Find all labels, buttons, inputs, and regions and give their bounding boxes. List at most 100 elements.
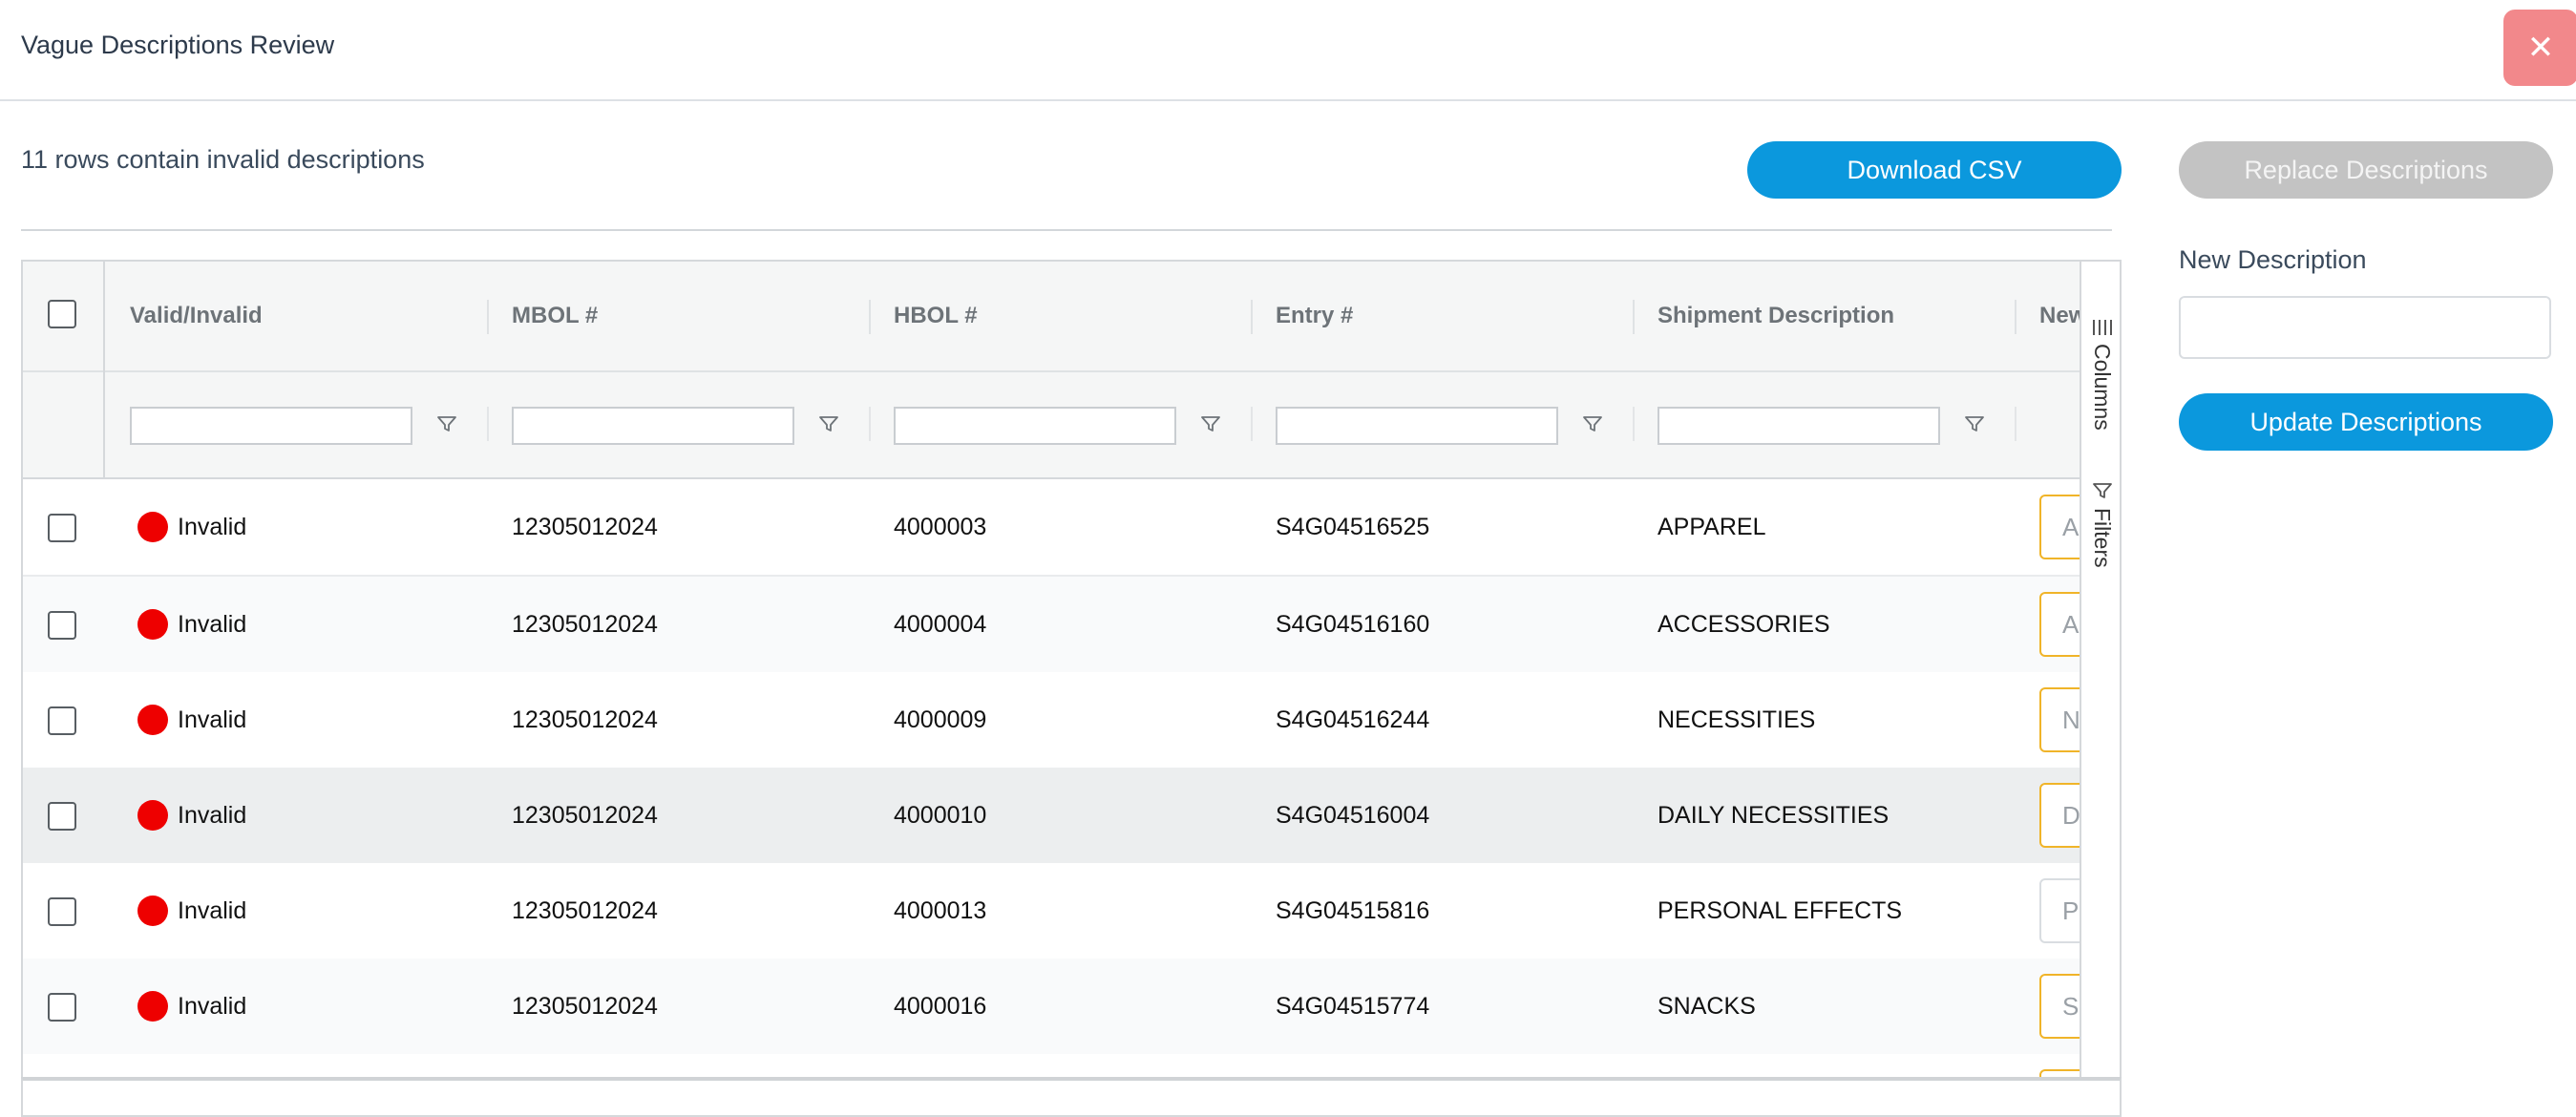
table-row[interactable]: Invalid 12305012024 4000009 S4G04516244 …	[23, 672, 2120, 769]
filters-side-button[interactable]: Filters	[2089, 508, 2115, 568]
row-checkbox[interactable]	[48, 802, 76, 831]
status-cell: Invalid	[137, 959, 246, 1054]
row-checkbox[interactable]	[48, 706, 76, 735]
filter-input-mbol[interactable]	[512, 407, 794, 445]
column-resize-handle[interactable]	[1633, 300, 1635, 334]
new-description-input[interactable]	[2179, 296, 2551, 359]
mbol-cell: 12305012024	[512, 992, 658, 1020]
invalid-status-icon	[137, 896, 168, 926]
hbol-cell: 4000010	[894, 801, 987, 829]
filter-icon[interactable]	[1199, 412, 1222, 435]
status-cell: Invalid	[137, 672, 246, 768]
filter-separator	[869, 407, 871, 441]
shipment-description-cell: ACCESSORIES	[1658, 610, 1830, 638]
filter-icon[interactable]	[1581, 412, 1604, 435]
invalid-status-icon	[137, 705, 168, 735]
hbol-cell: 4000004	[894, 610, 987, 638]
status-cell: Invalid	[137, 577, 246, 672]
invalid-status-icon	[137, 512, 168, 542]
entry-cell: S4G04516160	[1276, 610, 1430, 638]
filter-input-shipment-description[interactable]	[1658, 407, 1940, 445]
entry-cell: S4G04516244	[1276, 706, 1430, 733]
table-row[interactable]: Invalid 12305012024 4000003 S4G04516525 …	[23, 479, 2120, 577]
status-cell: Invalid	[137, 768, 246, 863]
filter-separator	[1251, 407, 1253, 441]
shipment-description-cell: NECESSITIES	[1658, 706, 1816, 733]
update-descriptions-button[interactable]: Update Descriptions	[2179, 393, 2553, 451]
status-text: Invalid	[178, 610, 247, 638]
status-text: Invalid	[178, 896, 247, 924]
select-all-checkbox[interactable]	[48, 300, 76, 328]
new-description-label: New Description	[2179, 245, 2367, 274]
content-divider	[21, 229, 2112, 231]
invalid-status-icon	[137, 800, 168, 831]
columns-side-button[interactable]: Columns	[2089, 344, 2115, 431]
column-header-hbol[interactable]: HBOL #	[894, 262, 978, 370]
filter-input-entry[interactable]	[1276, 407, 1558, 445]
column-resize-handle[interactable]	[1251, 300, 1253, 334]
filter-separator	[487, 407, 489, 441]
hbol-cell: 4000003	[894, 513, 987, 540]
hbol-cell: 4000016	[894, 992, 987, 1020]
filter-icon[interactable]	[817, 412, 840, 435]
grid-header: Valid/Invalid MBOL # HBOL # Entry # Ship…	[23, 262, 2120, 479]
column-resize-handle[interactable]	[869, 300, 871, 334]
shipment-description-cell: DAILY NECESSITIES	[1658, 801, 1890, 829]
grid-side-panel: Columns Filters	[2080, 262, 2120, 1079]
status-text: Invalid	[178, 992, 247, 1020]
table-row[interactable]: Invalid 12305012024 4000013 S4G04515816 …	[23, 863, 2120, 960]
invalid-status-icon	[137, 609, 168, 640]
filters-icon[interactable]	[2091, 479, 2114, 502]
filter-input-valid[interactable]	[130, 407, 412, 445]
row-checkbox[interactable]	[48, 897, 76, 926]
status-cell: Invalid	[137, 479, 246, 575]
data-grid: Valid/Invalid MBOL # HBOL # Entry # Ship…	[21, 260, 2122, 1081]
column-header-mbol[interactable]: MBOL #	[512, 262, 598, 370]
row-checkbox[interactable]	[48, 611, 76, 640]
column-resize-handle[interactable]	[2015, 300, 2016, 334]
mbol-cell: 12305012024	[512, 801, 658, 829]
status-text: Invalid	[178, 706, 247, 733]
status-cell: Invalid	[137, 863, 246, 959]
invalid-status-icon	[137, 991, 168, 1022]
shipment-description-cell: SNACKS	[1658, 992, 1756, 1020]
close-icon: ✕	[2526, 30, 2555, 66]
column-header-shipment-description[interactable]: Shipment Description	[1658, 262, 1894, 370]
row-checkbox[interactable]	[48, 514, 76, 542]
columns-icon[interactable]	[2091, 319, 2114, 336]
grid-footer	[21, 1077, 2122, 1117]
table-row[interactable]: Invalid 12305012024 4000016 S4G04515774 …	[23, 959, 2120, 1056]
replace-descriptions-button[interactable]: Replace Descriptions	[2179, 141, 2553, 199]
entry-cell: S4G04515816	[1276, 896, 1430, 924]
filter-icon[interactable]	[1963, 412, 1986, 435]
table-row[interactable]: Invalid 12305012024 4000010 S4G04516004 …	[23, 768, 2120, 865]
shipment-description-cell: PERSONAL EFFECTS	[1658, 896, 1903, 924]
table-row[interactable]: Invalid 12305012024 4000004 S4G04516160 …	[23, 577, 2120, 674]
mbol-cell: 12305012024	[512, 610, 658, 638]
filter-separator	[1633, 407, 1635, 441]
header-divider	[0, 99, 2576, 101]
dialog-title: Vague Descriptions Review	[21, 31, 335, 59]
entry-cell: S4G04515774	[1276, 992, 1430, 1020]
entry-cell: S4G04516525	[1276, 513, 1430, 540]
mbol-cell: 12305012024	[512, 706, 658, 733]
filter-separator	[2015, 407, 2016, 441]
hbol-cell: 4000009	[894, 706, 987, 733]
status-text: Invalid	[178, 513, 247, 540]
hbol-cell: 4000013	[894, 896, 987, 924]
header-row: Valid/Invalid MBOL # HBOL # Entry # Ship…	[23, 262, 2120, 372]
column-header-entry[interactable]: Entry #	[1276, 262, 1353, 370]
filter-input-hbol[interactable]	[894, 407, 1176, 445]
entry-cell: S4G04516004	[1276, 801, 1430, 829]
column-header-valid[interactable]: Valid/Invalid	[130, 262, 263, 370]
shipment-description-cell: APPAREL	[1658, 513, 1766, 540]
mbol-cell: 12305012024	[512, 513, 658, 540]
invalid-count-text: 11 rows contain invalid descriptions	[21, 145, 425, 174]
status-text: Invalid	[178, 801, 247, 829]
row-checkbox[interactable]	[48, 993, 76, 1022]
mbol-cell: 12305012024	[512, 896, 658, 924]
close-button[interactable]: ✕	[2503, 10, 2576, 86]
column-resize-handle[interactable]	[487, 300, 489, 334]
download-csv-button[interactable]: Download CSV	[1747, 141, 2122, 199]
filter-icon[interactable]	[435, 412, 458, 435]
